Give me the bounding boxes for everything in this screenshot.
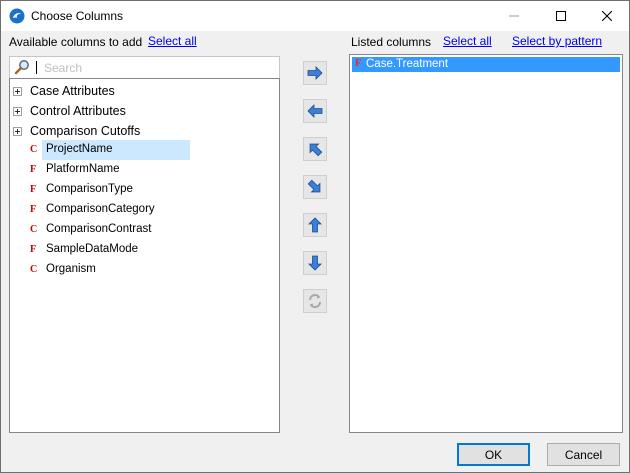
arrow-down-right-icon xyxy=(307,179,321,193)
listed-item-label: Case.Treatment xyxy=(366,58,449,70)
tree-group-case-attributes[interactable]: Case Attributes xyxy=(10,82,278,102)
ok-button[interactable]: OK xyxy=(457,443,530,466)
type-f-icon: F xyxy=(30,184,37,195)
tree-item-label: SampleDataMode xyxy=(46,243,139,255)
available-select-all-link[interactable]: Select all xyxy=(148,34,197,48)
reset-button[interactable] xyxy=(303,289,327,313)
tree-item-sampledatamode[interactable]: F SampleDataMode xyxy=(10,240,278,260)
arrow-left-icon xyxy=(307,104,323,118)
tree-item-label: ComparisonCategory xyxy=(46,203,155,215)
arrow-down-icon xyxy=(308,255,322,271)
expand-icon[interactable] xyxy=(13,87,22,96)
app-logo-icon xyxy=(9,8,25,24)
tree-group-label: Case Attributes xyxy=(30,84,115,98)
tree-item-comparisontype[interactable]: F ComparisonType xyxy=(10,180,278,200)
listed-item-case-treatment[interactable]: F Case.Treatment xyxy=(352,57,620,72)
text-caret xyxy=(36,61,37,74)
select-by-pattern-link[interactable]: Select by pattern xyxy=(512,34,602,48)
minimize-button[interactable] xyxy=(491,1,537,31)
tree-item-label: ComparisonContrast xyxy=(46,223,152,235)
tree-group-label: Control Attributes xyxy=(30,104,126,118)
type-c-icon: C xyxy=(30,264,38,275)
tree-item-projectname[interactable]: C ProjectName xyxy=(10,140,278,160)
search-icon xyxy=(14,60,29,75)
arrow-up-icon xyxy=(308,217,322,233)
arrow-up-left-icon xyxy=(309,143,323,157)
available-columns-label: Available columns to add xyxy=(9,35,143,49)
minimize-icon xyxy=(509,15,519,17)
listed-select-all-link[interactable]: Select all xyxy=(443,34,492,48)
tree-group-control-attributes[interactable]: Control Attributes xyxy=(10,102,278,122)
choose-columns-dialog: Choose Columns Available columns to add … xyxy=(0,0,630,473)
tree-item-platformname[interactable]: F PlatformName xyxy=(10,160,278,180)
search-input[interactable] xyxy=(44,59,274,76)
remove-column-button[interactable] xyxy=(303,99,327,123)
title-bar[interactable]: Choose Columns xyxy=(1,1,629,31)
tree-group-label: Comparison Cutoffs xyxy=(30,124,141,138)
type-f-icon: F xyxy=(30,164,37,175)
type-f-icon: F xyxy=(30,204,37,215)
move-to-bottom-button[interactable] xyxy=(303,175,327,199)
search-box xyxy=(9,56,280,78)
expand-icon[interactable] xyxy=(13,107,22,116)
arrow-right-icon xyxy=(307,66,323,80)
close-button[interactable] xyxy=(584,1,630,31)
tree-item-label: PlatformName xyxy=(46,163,120,175)
listed-columns-label: Listed columns xyxy=(351,35,432,49)
available-columns-tree[interactable]: Case Attributes Control Attributes Compa… xyxy=(9,78,280,433)
type-f-icon: F xyxy=(30,244,37,255)
tree-item-label: ProjectName xyxy=(46,143,113,155)
listed-columns-list[interactable]: F Case.Treatment xyxy=(349,54,623,433)
cancel-button[interactable]: Cancel xyxy=(547,443,620,466)
window-title: Choose Columns xyxy=(31,9,124,23)
move-up-button[interactable] xyxy=(303,213,327,237)
move-down-button[interactable] xyxy=(303,251,327,275)
tree-item-comparisoncategory[interactable]: F ComparisonCategory xyxy=(10,200,278,220)
maximize-button[interactable] xyxy=(538,1,584,31)
type-c-icon: C xyxy=(30,224,38,235)
type-c-icon: C xyxy=(30,144,38,155)
tree-item-label: ComparisonType xyxy=(46,183,133,195)
type-f-icon: F xyxy=(355,58,362,69)
refresh-icon xyxy=(309,294,321,308)
expand-icon[interactable] xyxy=(13,127,22,136)
add-column-button[interactable] xyxy=(303,61,327,85)
tree-item-label: Organism xyxy=(46,263,96,275)
tree-item-organism[interactable]: C Organism xyxy=(10,260,278,280)
tree-item-comparisoncontrast[interactable]: C ComparisonContrast xyxy=(10,220,278,240)
close-icon xyxy=(602,11,612,21)
maximize-icon xyxy=(556,11,566,21)
move-to-top-button[interactable] xyxy=(303,137,327,161)
tree-group-comparison-cutoffs[interactable]: Comparison Cutoffs xyxy=(10,122,278,142)
